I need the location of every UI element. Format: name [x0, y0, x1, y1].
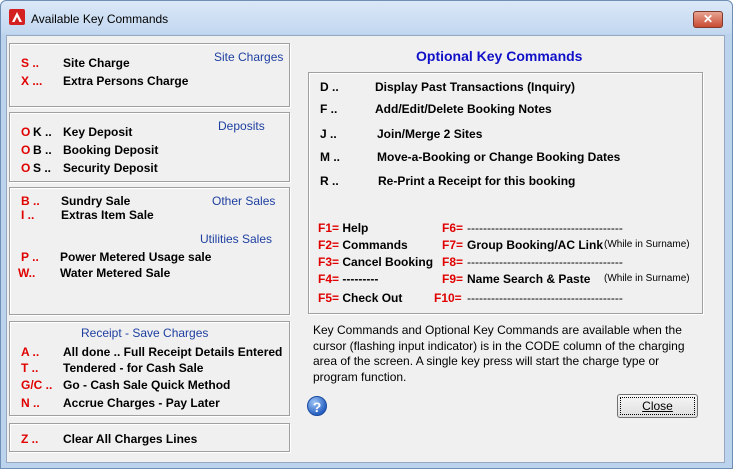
close-button[interactable]: Close: [617, 394, 698, 418]
help-description: Key Commands and Optional Key Commands a…: [313, 323, 685, 384]
cmd-r-label: Re-Print a Receipt for this booking: [378, 174, 576, 188]
water-sale-key: W..: [18, 266, 36, 280]
f2-key: F2=: [318, 238, 340, 252]
optional-heading: Optional Key Commands: [416, 48, 583, 64]
f4-key: F4=: [318, 272, 340, 286]
f4-row: F4= ---------: [318, 272, 378, 286]
power-sale-label: Power Metered Usage sale: [60, 250, 212, 264]
f1-row: F1= Help: [318, 221, 368, 235]
cmd-m-key: M ..: [320, 150, 340, 164]
cmd-m-label: Move-a-Booking or Change Booking Dates: [377, 150, 621, 164]
accrue-key: N ..: [21, 396, 40, 410]
accrue-label: Accrue Charges - Pay Later: [63, 396, 220, 410]
f3-row: F3= Cancel Booking: [318, 255, 433, 269]
cmd-d-key: D ..: [320, 80, 339, 94]
f8-key: F8=: [442, 255, 464, 269]
deposits-group: Deposits O K .. Key Deposit O B .. Booki…: [9, 112, 290, 182]
extra-persons-key: X ...: [21, 74, 43, 88]
f6-key: F6=: [442, 221, 464, 235]
help-icon[interactable]: ?: [307, 396, 327, 416]
clear-all-key: Z ..: [21, 432, 39, 446]
key-deposit-key: K ..: [33, 125, 52, 139]
all-done-key: A ..: [21, 345, 40, 359]
f2-row: F2= Commands: [318, 238, 408, 252]
site-charge-key: S ..: [21, 56, 40, 70]
f7-key: F7=: [442, 238, 464, 252]
go-cash-key: G/C ..: [21, 378, 53, 392]
tendered-key: T ..: [21, 361, 39, 375]
cmd-r-key: R ..: [320, 174, 339, 188]
f5-key: F5=: [318, 291, 340, 305]
sundry-sale-key: B ..: [21, 194, 40, 208]
site-charges-heading: Site Charges: [214, 50, 284, 64]
power-sale-key: P ..: [21, 250, 39, 264]
f9-note: (While in Surname): [604, 273, 690, 284]
other-sales-group: Other Sales B .. Sundry Sale I .. Extras…: [9, 187, 290, 315]
f2-label: Commands: [342, 238, 408, 252]
receipt-heading: Receipt - Save Charges: [81, 326, 209, 340]
f9-key: F9=: [442, 272, 464, 286]
extra-persons-label: Extra Persons Charge: [63, 74, 189, 88]
receipt-group: Receipt - Save Charges A .. All done .. …: [9, 321, 290, 416]
f9-label: Name Search & Paste: [467, 272, 591, 286]
f3-key: F3=: [318, 255, 340, 269]
f6-label: ---------------------------------------: [467, 221, 623, 235]
cmd-f-label: Add/Edit/Delete Booking Notes: [375, 102, 552, 116]
title-bar[interactable]: Available Key Commands ✕: [1, 1, 732, 34]
f10-label: ---------------------------------------: [467, 291, 623, 305]
f4-label: ---------: [342, 272, 379, 286]
cmd-j-key: J ..: [320, 127, 337, 141]
f1-key: F1=: [318, 221, 340, 235]
extras-item-key: I ..: [21, 208, 35, 222]
booking-deposit-label: Booking Deposit: [63, 143, 159, 157]
f10-key: F10=: [434, 291, 462, 305]
window-close-button[interactable]: ✕: [693, 11, 723, 28]
security-deposit-key: S ..: [33, 161, 52, 175]
cmd-d-label: Display Past Transactions (Inquiry): [375, 80, 576, 94]
window-title: Available Key Commands: [31, 12, 169, 26]
deposits-heading: Deposits: [218, 119, 265, 133]
water-sale-label: Water Metered Sale: [60, 266, 171, 280]
other-sales-heading: Other Sales: [212, 194, 276, 208]
clear-group: Z .. Clear All Charges Lines: [9, 423, 290, 452]
f5-label: Check Out: [342, 291, 403, 305]
close-button-label: Close: [642, 399, 673, 413]
site-charge-label: Site Charge: [63, 56, 130, 70]
f3-label: Cancel Booking: [342, 255, 434, 269]
booking-deposit-key-o: O: [21, 143, 31, 157]
f5-row: F5= Check Out: [318, 291, 402, 305]
app-logo-icon: [9, 9, 25, 25]
f8-label: ---------------------------------------: [467, 255, 623, 269]
utilities-sales-heading: Utilities Sales: [200, 232, 273, 246]
cmd-f-key: F ..: [320, 102, 338, 116]
extras-item-label: Extras Item Sale: [61, 208, 154, 222]
tendered-label: Tendered - for Cash Sale: [63, 361, 204, 375]
key-deposit-key-o: O: [21, 125, 31, 139]
clear-all-label: Clear All Charges Lines: [63, 432, 198, 446]
f7-note: (While in Surname): [604, 239, 690, 250]
all-done-label: All done .. Full Receipt Details Entered: [63, 345, 283, 359]
security-deposit-label: Security Deposit: [63, 161, 158, 175]
sundry-sale-label: Sundry Sale: [61, 194, 131, 208]
booking-deposit-key: B ..: [33, 143, 52, 157]
security-deposit-key-o: O: [21, 161, 31, 175]
key-deposit-label: Key Deposit: [63, 125, 133, 139]
f7-label: Group Booking/AC Link: [467, 238, 603, 252]
cmd-j-label: Join/Merge 2 Sites: [377, 127, 483, 141]
site-charges-group: Site Charges S .. Site Charge X ... Extr…: [9, 43, 290, 107]
f1-label: Help: [342, 221, 369, 235]
go-cash-label: Go - Cash Sale Quick Method: [63, 378, 231, 392]
optional-commands-group: D .. Display Past Transactions (Inquiry)…: [308, 72, 703, 314]
